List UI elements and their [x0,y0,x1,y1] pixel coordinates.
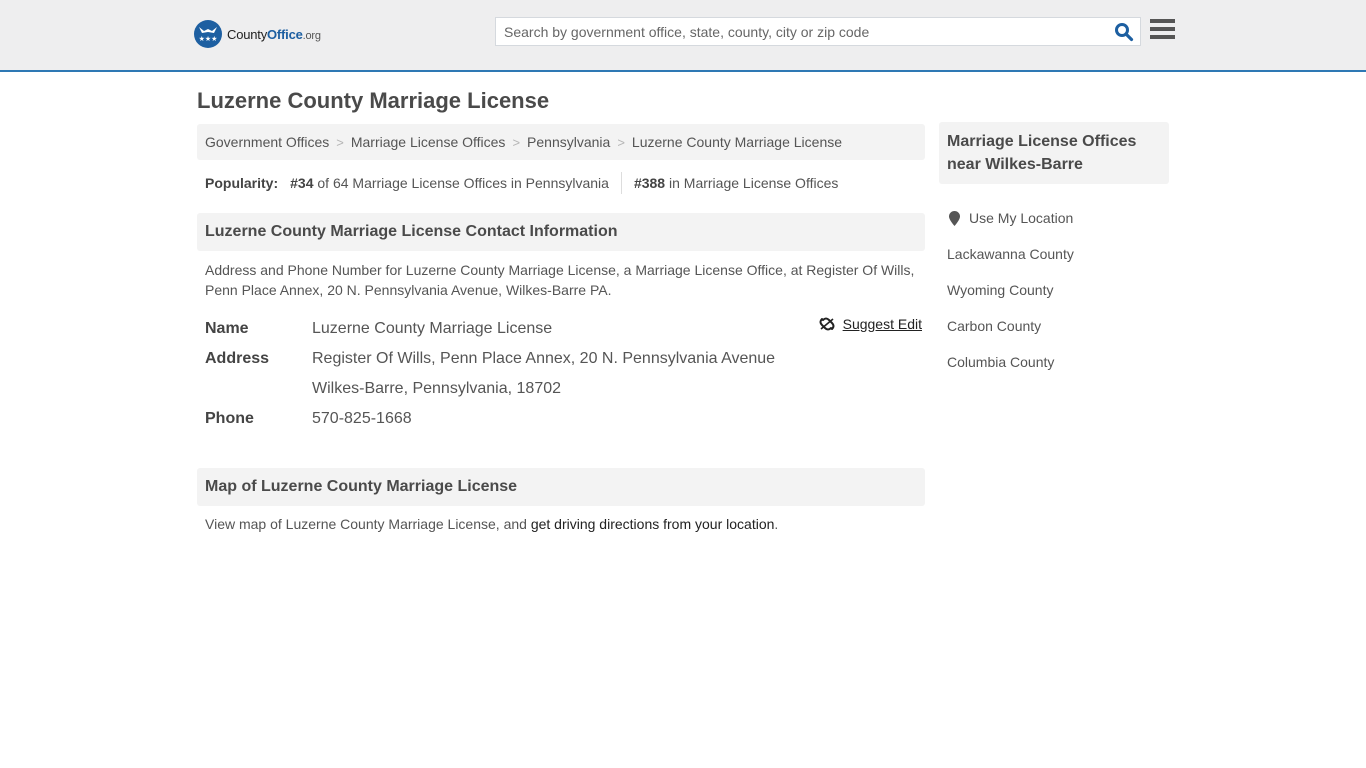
name-value: Luzerne County Marriage License [312,320,553,337]
map-description: View map of Luzerne County Marriage Lice… [197,506,925,532]
sidebar-item-carbon: Carbon County [947,308,1169,344]
sidebar-item-wyoming: Wyoming County [947,272,1169,308]
national-rank: #388 [633,175,666,191]
address-line1: Register Of Wills, Penn Place Annex, 20 … [312,350,776,367]
address-label: Address [205,350,270,367]
breadcrumb-current: Luzerne County Marriage License [631,134,843,150]
name-row: Name Luzerne County Marriage License [205,314,925,344]
popularity-label: Popularity: [205,175,279,191]
driving-directions-link[interactable]: get driving directions from your locatio… [531,516,775,532]
sidebar-link[interactable]: Lackawanna County [947,246,1074,262]
sidebar-link[interactable]: Wyoming County [947,282,1053,298]
breadcrumb-separator: > [512,134,521,150]
popularity: Popularity: #34 of 64 Marriage License O… [197,172,925,194]
map-pin-icon [949,210,960,226]
svg-text:★★★: ★★★ [199,35,218,43]
breadcrumb: Government Offices > Marriage License Of… [197,124,925,160]
main-content: Government Offices > Marriage License Of… [197,124,925,532]
name-label: Name [205,320,249,337]
contact-description: Address and Phone Number for Luzerne Cou… [205,262,915,298]
address-row-2: Wilkes-Barre, Pennsylvania, 18702 [205,374,925,404]
map-text: View map of Luzerne County Marriage Lice… [205,516,531,532]
logo-link[interactable]: ★★★ CountyOffice.org [194,20,321,48]
suggest-edit-label: Suggest Edit [842,316,922,332]
phone-label: Phone [205,410,254,427]
suggest-edit-link[interactable]: Suggest Edit [819,316,922,332]
search-icon [1115,23,1134,42]
breadcrumb-pennsylvania[interactable]: Pennsylvania [527,134,610,150]
map-section-heading: Map of Luzerne County Marriage License [197,468,925,506]
eagle-stars-logo-icon: ★★★ [194,20,222,48]
state-rank-text: of 64 Marriage License Offices in Pennsy… [317,175,609,191]
address-row: Address Register Of Wills, Penn Place An… [205,344,925,374]
national-rank-text: in Marriage License Offices [669,175,839,191]
menu-icon-bar [1150,35,1175,39]
sidebar-item-columbia: Columbia County [947,344,1169,380]
state-rank: #34 [290,175,314,191]
hamburger-menu-button[interactable] [1150,19,1175,41]
page-title: Luzerne County Marriage License [197,88,550,113]
phone-link[interactable]: 570-825-1668 [312,410,412,428]
breadcrumb-separator: > [336,134,344,150]
logo-text: CountyOffice.org [227,26,321,42]
popularity-divider [620,172,622,194]
use-my-location-link[interactable]: Use My Location [969,210,1073,226]
sidebar-link[interactable]: Columbia County [947,354,1054,370]
sidebar-item-lackawanna: Lackawanna County [947,236,1169,272]
breadcrumb-separator: > [617,134,625,150]
sidebar: Marriage License Offices near Wilkes-Bar… [939,122,1169,380]
use-my-location-item: Use My Location [947,200,1169,236]
contact-section-heading: Luzerne County Marriage License Contact … [197,213,925,251]
map-text-end: . [774,516,779,532]
contact-details: Suggest Edit Name Luzerne County Marriag… [197,314,925,434]
breadcrumb-marriage-license-offices[interactable]: Marriage License Offices [351,134,506,150]
search-input[interactable] [496,18,1106,45]
menu-icon-bar [1150,19,1175,23]
search-box [495,17,1141,46]
menu-icon-bar [1150,27,1175,31]
breadcrumb-government-offices[interactable]: Government Offices [205,134,329,150]
top-header: ★★★ CountyOffice.org [0,0,1366,72]
address-line2: Wilkes-Barre, Pennsylvania, 18702 [312,380,562,397]
sidebar-link[interactable]: Carbon County [947,318,1041,334]
unlink-icon [819,317,835,331]
nearby-offices-list: Use My Location Lackawanna County Wyomin… [939,200,1169,380]
phone-row: Phone 570-825-1668 [205,404,925,434]
sidebar-heading: Marriage License Offices near Wilkes-Bar… [939,122,1169,184]
search-button[interactable] [1114,22,1134,42]
